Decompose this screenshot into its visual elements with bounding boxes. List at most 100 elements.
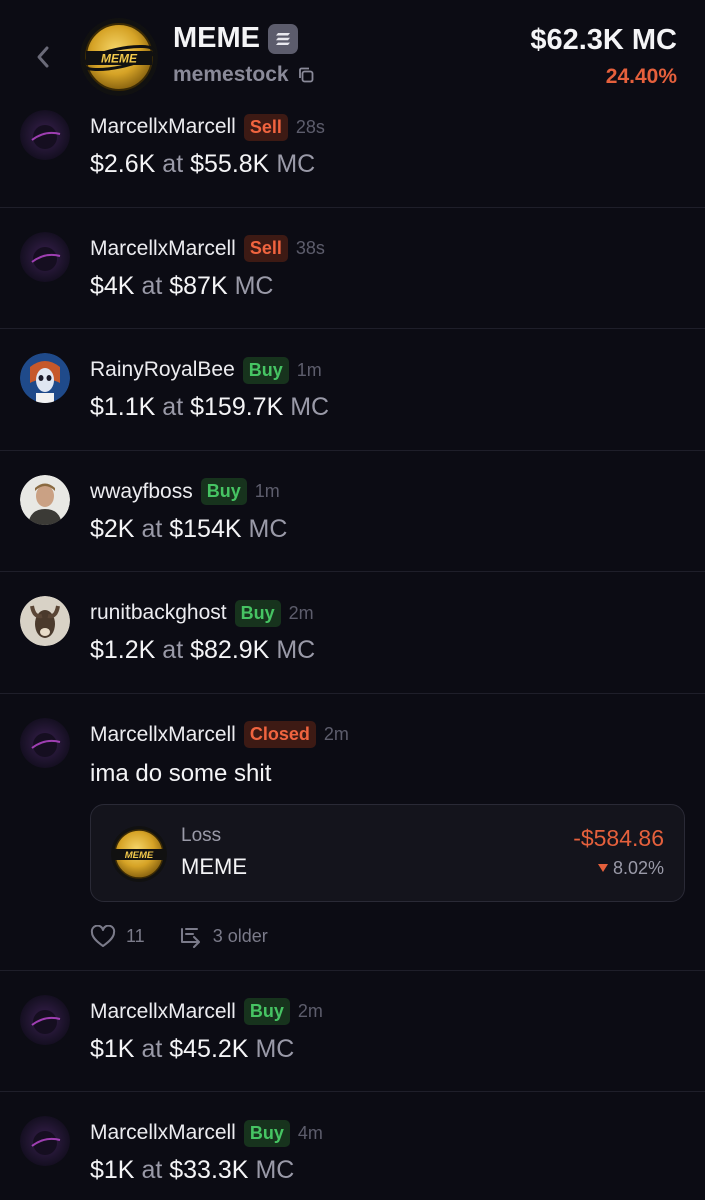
pnl-percent: 8.02% <box>612 857 664 878</box>
trade-mc-suffix: MC <box>290 393 330 421</box>
trade-summary: $4K at $87K MC <box>90 272 273 301</box>
timestamp: 1m <box>254 481 280 501</box>
trade-badge: Closed <box>243 721 316 748</box>
trade-mc-suffix: MC <box>255 1034 295 1063</box>
username[interactable]: MarcellxMarcell <box>90 237 236 261</box>
avatar[interactable] <box>20 717 70 768</box>
avatar[interactable] <box>20 994 70 1045</box>
pnl-amount: -$584.86 <box>573 824 664 851</box>
feed-item-header: wwayfboss Buy 1m <box>90 477 280 507</box>
trade-badge: Buy <box>242 356 289 384</box>
username[interactable]: MarcellxMarcell <box>90 115 236 139</box>
triangle-down-icon <box>597 864 608 872</box>
trade-mc: $159.7K <box>190 393 284 421</box>
trade-amount: $1.2K <box>90 636 156 664</box>
comment-actions: 11 3 older <box>90 924 268 950</box>
trade-amount: $1K <box>90 1034 135 1063</box>
feed-item[interactable]: wwayfboss Buy 1m $2K at $154K MC <box>0 451 705 572</box>
back-button[interactable] <box>28 40 58 74</box>
thread-icon[interactable] <box>179 926 203 948</box>
trade-badge: Buy <box>200 478 247 505</box>
trade-mc-suffix: MC <box>276 636 316 664</box>
trade-mc: $82.9K <box>190 636 270 664</box>
timestamp: 1m <box>296 359 322 380</box>
trade-mc: $87K <box>169 271 228 300</box>
trade-badge: Buy <box>243 998 290 1025</box>
copy-icon[interactable] <box>297 66 315 84</box>
token-name-row: MEME <box>173 22 298 55</box>
trade-summary: $2.6K at $55.8K MC <box>90 150 315 179</box>
trade-at: at <box>141 514 163 543</box>
feed-item-header: MarcellxMarcell Closed 2m <box>90 720 349 750</box>
pnl-token: MEME <box>181 853 247 879</box>
username[interactable]: wwayfboss <box>90 480 193 504</box>
trade-at: at <box>162 150 184 178</box>
token-ticker-row[interactable]: memestock <box>173 63 315 87</box>
solana-icon <box>268 23 298 54</box>
feed-item-header: runitbackghost Buy 2m <box>90 598 314 628</box>
pnl-card[interactable]: MEME Loss MEME -$584.86 8.02% <box>90 803 685 902</box>
chevron-left-icon <box>37 46 49 68</box>
token-logo[interactable]: MEME <box>80 18 158 96</box>
trade-at: at <box>162 636 184 664</box>
trade-summary: $1.2K at $82.9K MC <box>90 636 315 665</box>
trade-mc-suffix: MC <box>248 514 288 543</box>
trade-summary: $1.1K at $159.7K MC <box>90 393 329 422</box>
timestamp: 2m <box>297 1001 323 1021</box>
token-logo-text: MEME <box>101 52 138 66</box>
trade-badge: Buy <box>234 599 281 627</box>
feed-item-header: MarcellxMarcell Buy 4m <box>90 1118 323 1148</box>
feed-item[interactable]: MarcellxMarcell Buy 4m $1K at $33.3K MC <box>0 1092 705 1200</box>
avatar[interactable] <box>20 231 70 282</box>
feed-item-header: MarcellxMarcell Sell 38s <box>90 234 325 264</box>
avatar[interactable] <box>20 474 70 525</box>
avatar[interactable] <box>20 1116 70 1166</box>
avatar[interactable] <box>20 353 70 403</box>
trade-badge: Sell <box>243 113 288 141</box>
timestamp: 2m <box>288 602 314 623</box>
token-ticker: memestock <box>173 63 289 86</box>
trade-mc-suffix: MC <box>255 1156 295 1184</box>
username[interactable]: MarcellxMarcell <box>90 1121 236 1145</box>
market-cap: $62.3K MC <box>530 24 677 56</box>
trade-summary: $1K at $33.3K MC <box>90 1156 294 1185</box>
avatar[interactable] <box>20 110 70 160</box>
feed-item[interactable]: MarcellxMarcell Buy 2m $1K at $45.2K MC <box>0 971 705 1092</box>
heart-icon[interactable] <box>90 924 116 949</box>
feed-item-comment[interactable]: MarcellxMarcell Closed 2m ima do some sh… <box>0 694 705 971</box>
like-count: 11 <box>126 926 145 946</box>
feed-item[interactable]: RainyRoyalBee Buy 1m $1.1K at $159.7K MC <box>0 329 705 451</box>
pnl-percent-row: 8.02% <box>597 857 664 879</box>
trade-at: at <box>141 271 163 300</box>
feed-item-header: RainyRoyalBee Buy 1m <box>90 355 322 385</box>
activity-feed: MarcellxMarcell Sell 28s $2.6K at $55.8K… <box>0 86 705 1200</box>
username[interactable]: runitbackghost <box>90 601 227 625</box>
username[interactable]: MarcellxMarcell <box>90 723 236 747</box>
trade-mc: $154K <box>169 514 242 543</box>
username[interactable]: RainyRoyalBee <box>90 358 235 382</box>
trade-badge: Sell <box>243 235 288 262</box>
avatar[interactable] <box>20 596 70 646</box>
trade-summary: $2K at $154K MC <box>90 515 287 544</box>
feed-item[interactable]: runitbackghost Buy 2m $1.2K at $82.9K MC <box>0 572 705 694</box>
trade-mc: $45.2K <box>169 1034 249 1063</box>
username[interactable]: MarcellxMarcell <box>90 1000 236 1024</box>
timestamp: 2m <box>323 724 349 744</box>
trade-summary: $1K at $45.2K MC <box>90 1035 294 1064</box>
feed-item-header: MarcellxMarcell Sell 28s <box>90 112 325 142</box>
feed-item[interactable]: MarcellxMarcell Sell 28s $2.6K at $55.8K… <box>0 86 705 208</box>
trade-amount: $1.1K <box>90 393 156 421</box>
trade-amount: $4K <box>90 271 135 300</box>
token-name: MEME <box>173 22 260 54</box>
feed-item[interactable]: MarcellxMarcell Sell 38s $4K at $87K MC <box>0 208 705 329</box>
trade-badge: Buy <box>243 1119 290 1147</box>
timestamp: 28s <box>295 116 325 137</box>
token-logo: MEME <box>111 825 167 882</box>
pnl-label: Loss <box>181 824 222 846</box>
feed-item-header: MarcellxMarcell Buy 2m <box>90 997 323 1027</box>
trade-mc: $33.3K <box>169 1156 249 1184</box>
trade-at: at <box>141 1034 163 1063</box>
trade-amount: $2.6K <box>90 150 156 178</box>
older-replies-link[interactable]: 3 older <box>213 926 268 947</box>
trade-at: at <box>162 393 184 421</box>
